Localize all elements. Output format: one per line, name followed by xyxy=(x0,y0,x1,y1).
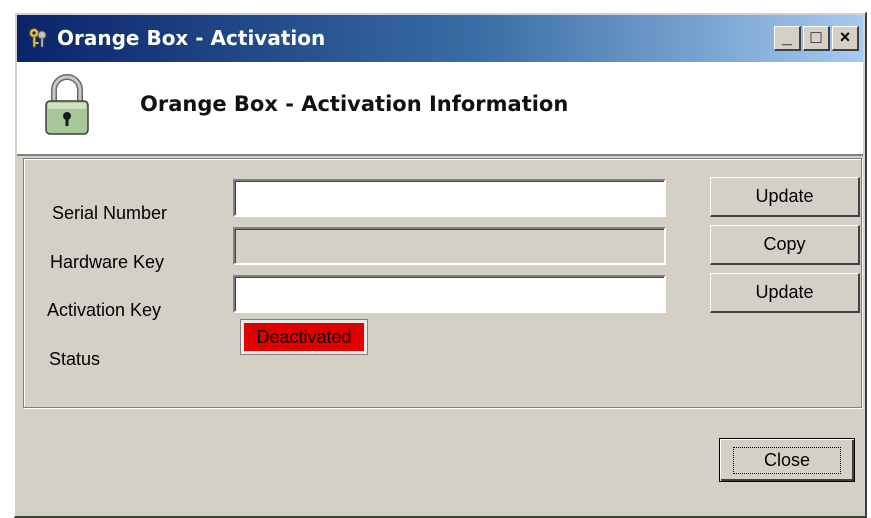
header-panel: Orange Box - Activation Information xyxy=(17,62,863,156)
close-window-button[interactable]: × xyxy=(832,26,859,51)
hardware-key-field[interactable] xyxy=(233,227,666,265)
serial-number-input[interactable] xyxy=(233,179,666,217)
update-serial-button[interactable]: Update xyxy=(710,177,860,217)
maximize-button[interactable]: □ xyxy=(803,26,830,51)
title-bar[interactable]: Orange Box - Activation _ □ × xyxy=(17,15,863,62)
window-title: Orange Box - Activation xyxy=(57,26,326,50)
status-label: Status xyxy=(49,349,101,369)
update-activation-button[interactable]: Update xyxy=(710,273,860,313)
minimize-button[interactable]: _ xyxy=(774,26,801,51)
activation-key-input[interactable] xyxy=(233,275,666,313)
copy-button[interactable]: Copy xyxy=(710,225,860,265)
keys-icon xyxy=(29,28,47,48)
header-title: Orange Box - Activation Information xyxy=(140,92,569,116)
hardware-key-label: Hardware Key xyxy=(50,252,165,272)
padlock-icon xyxy=(45,74,89,135)
close-button-label: Close xyxy=(732,446,842,474)
activation-form-panel: Serial Number Update Hardware Key Copy A… xyxy=(23,158,862,408)
status-badge: Deactivated xyxy=(241,320,367,354)
activation-window: Orange Box - Activation _ □ × Orange Box… xyxy=(14,12,867,518)
serial-number-label: Serial Number xyxy=(52,203,168,223)
close-button[interactable]: Close xyxy=(719,438,855,482)
activation-key-label: Activation Key xyxy=(47,300,162,320)
